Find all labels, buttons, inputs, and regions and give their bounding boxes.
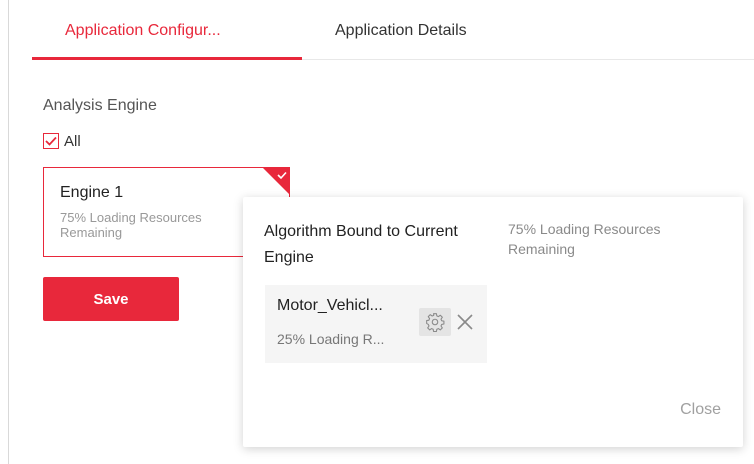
popover-title: Algorithm Bound to Current Engine: [264, 223, 458, 266]
active-tab-indicator: [32, 57, 302, 60]
analysis-engine-label: Analysis Engine: [43, 97, 157, 114]
algorithm-name: Motor_Vehicl...: [277, 297, 383, 314]
save-button[interactable]: Save: [43, 277, 179, 321]
algorithm-loading: 25% Loading R...: [277, 331, 385, 347]
all-checkbox-label: All: [64, 132, 81, 150]
popover-resources-remaining: 75% Loading Resources Remaining: [508, 221, 661, 257]
tab-application-details[interactable]: Application Details: [335, 22, 467, 40]
engine-resources-remaining: 75% Loading Resources Remaining: [60, 210, 202, 240]
algorithm-popover: Algorithm Bound to Current Engine 75% Lo…: [243, 197, 743, 447]
tab-bar: Application Configur... Application Deta…: [32, 0, 754, 60]
selected-corner-check-icon: [263, 168, 289, 194]
algorithm-settings-button[interactable]: [419, 308, 451, 336]
close-icon: [457, 314, 473, 330]
all-checkbox[interactable]: [43, 133, 59, 149]
popover-close-button[interactable]: Close: [680, 401, 721, 419]
all-checkbox-row[interactable]: All: [43, 131, 81, 151]
remove-algorithm-button[interactable]: [453, 310, 477, 334]
gear-icon: [426, 313, 445, 332]
tab-application-configuration[interactable]: Application Configur...: [65, 22, 221, 40]
engine-name: Engine 1: [60, 184, 124, 201]
check-icon: [45, 136, 57, 146]
algorithm-card: Motor_Vehicl... 25% Loading R...: [265, 285, 487, 363]
